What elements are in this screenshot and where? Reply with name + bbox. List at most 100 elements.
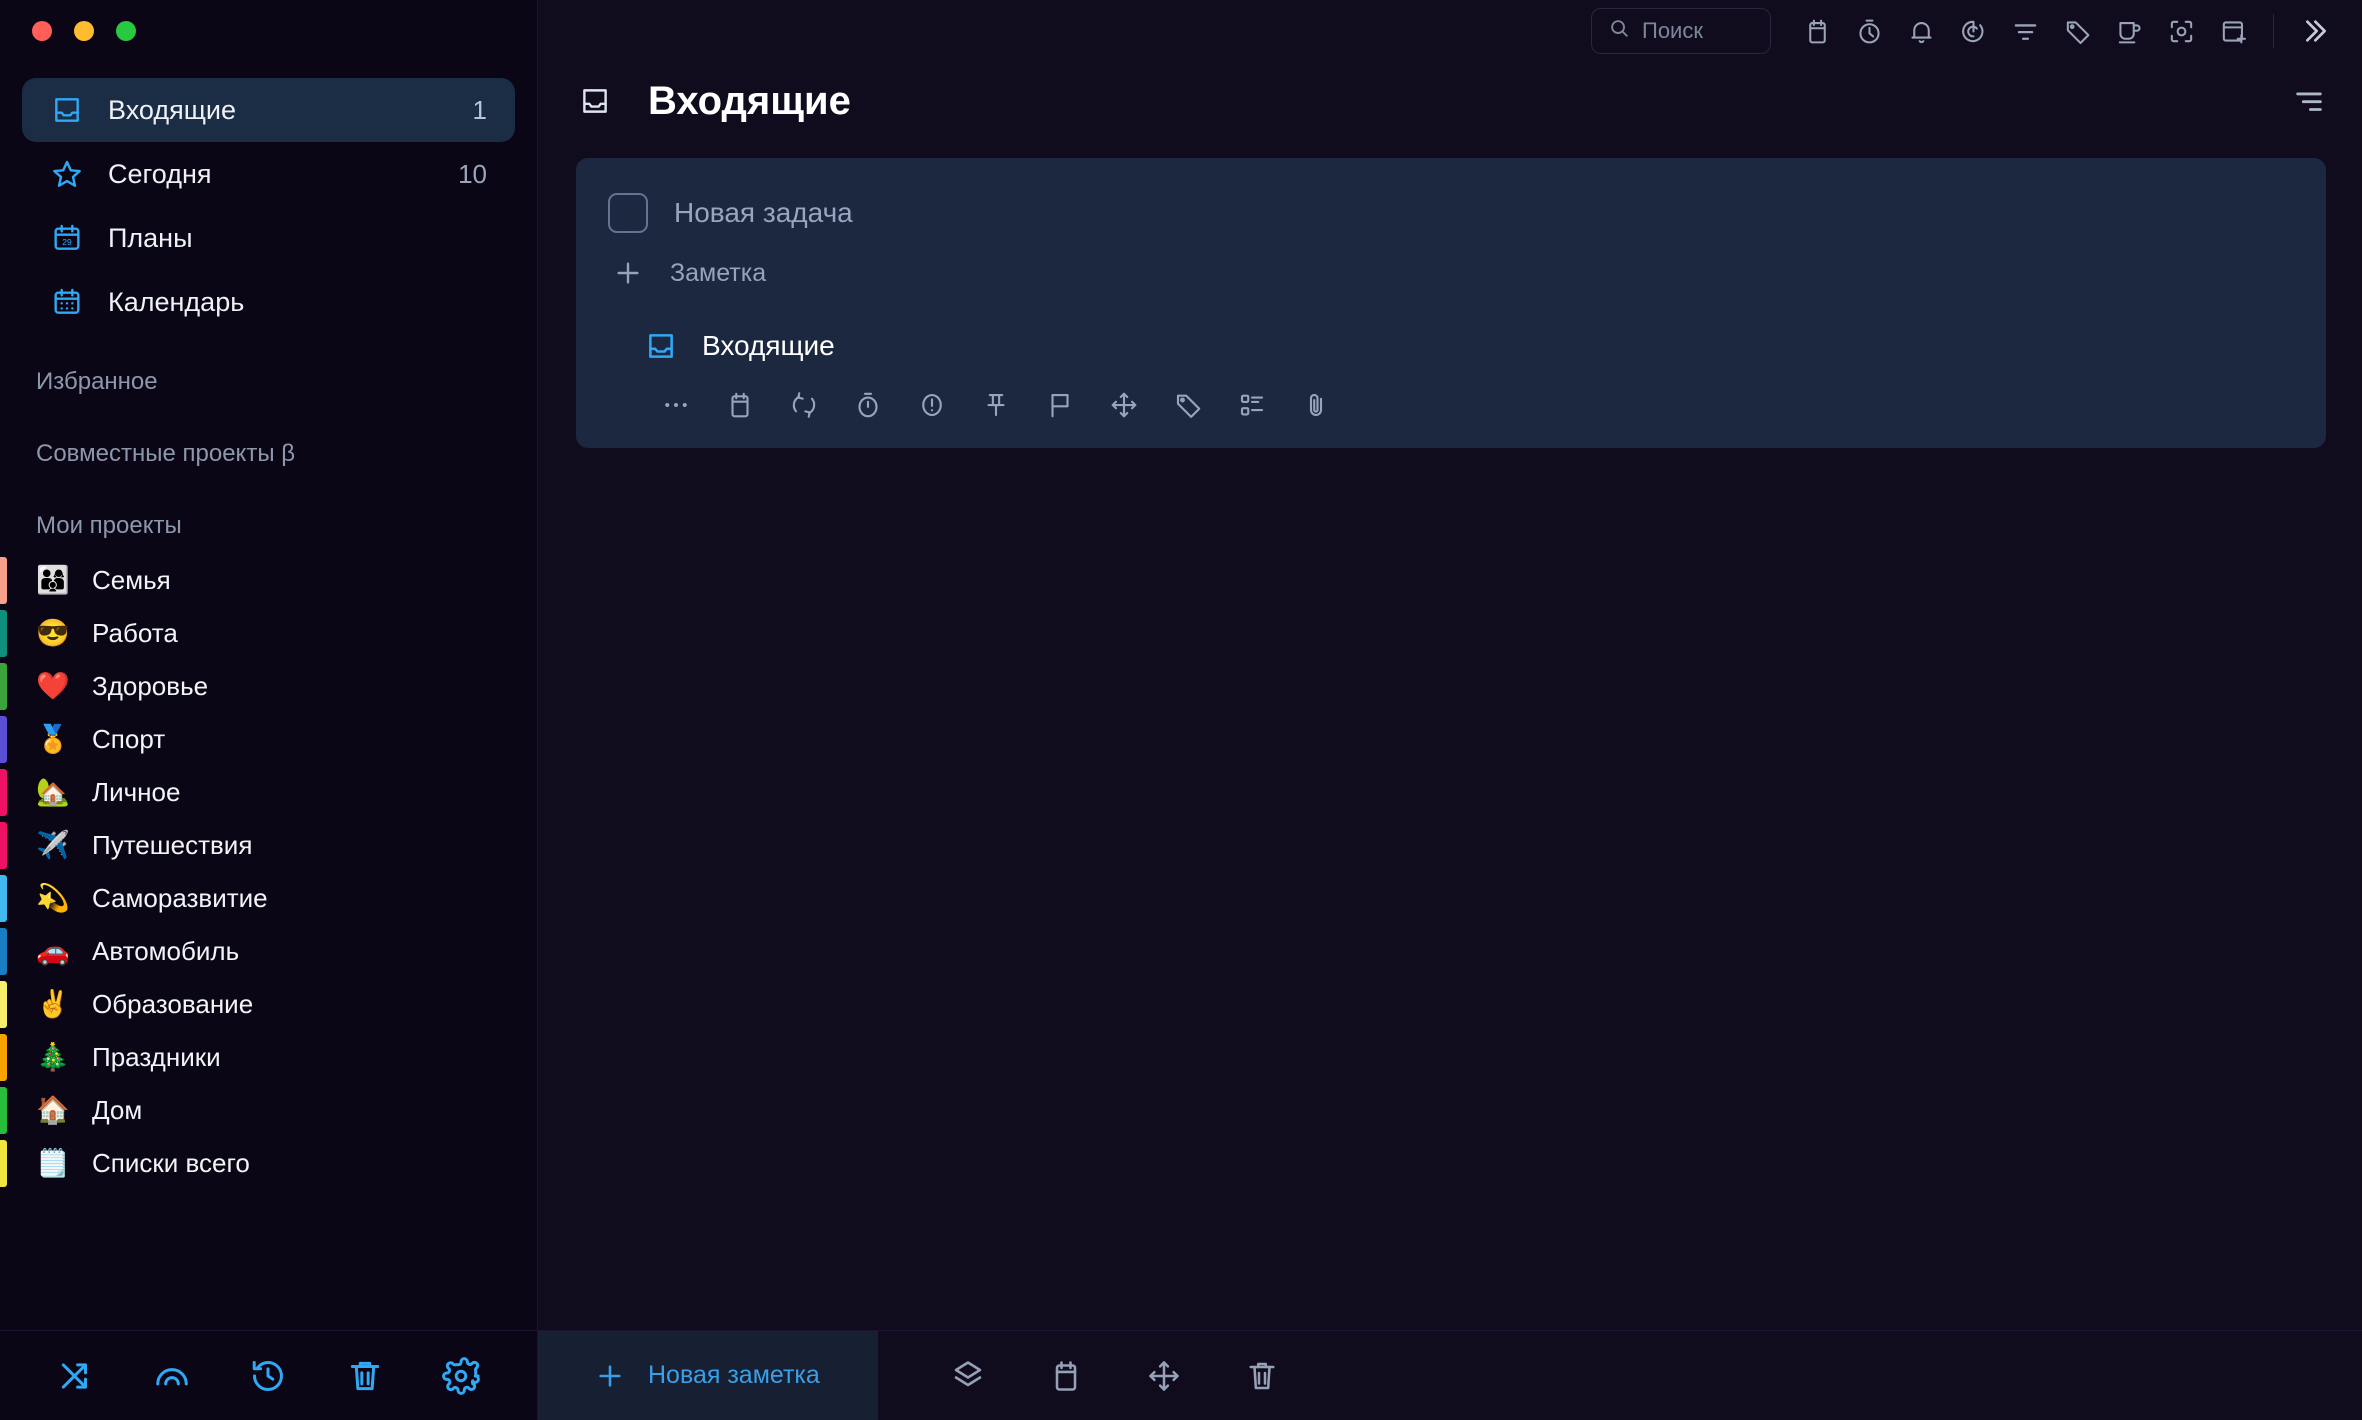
project-color-bar: [0, 875, 7, 922]
project-emoji: ✌️: [36, 991, 70, 1018]
section-favorites[interactable]: Избранное: [0, 334, 537, 406]
project-label: Саморазвитие: [92, 883, 268, 914]
project-emoji: 🏅: [36, 726, 70, 753]
new-window-icon[interactable]: [2207, 8, 2259, 54]
priority-icon[interactable]: [900, 382, 964, 428]
task-checkbox[interactable]: [608, 193, 648, 233]
task-title-row[interactable]: Новая задача: [576, 184, 2326, 242]
task-card[interactable]: Новая задача Заметка Входящие: [576, 158, 2326, 448]
calendar-icon[interactable]: [1048, 1358, 1084, 1394]
search-input[interactable]: Поиск: [1591, 8, 1771, 54]
project-label: Семья: [92, 565, 171, 596]
sidebar-item-inbox[interactable]: Входящие 1: [22, 78, 515, 142]
calendar-grid-icon: [50, 285, 84, 319]
sidebar-item-today[interactable]: Сегодня 10: [22, 142, 515, 206]
sidebar-item-count: 10: [458, 159, 487, 190]
move-icon[interactable]: [1092, 382, 1156, 428]
project-color-bar: [0, 716, 7, 763]
project-label: Спорт: [92, 724, 165, 755]
plus-icon: [612, 257, 644, 289]
project-emoji: 😎: [36, 620, 70, 647]
project-emoji: 🏡: [36, 779, 70, 806]
project-label: Автомобиль: [92, 936, 239, 967]
project-emoji: 🚗: [36, 938, 70, 965]
sort-icon[interactable]: [2292, 84, 2326, 118]
section-shared-projects[interactable]: Совместные проекты β: [0, 406, 537, 478]
sidebar-item-count: 1: [473, 95, 487, 126]
sidebar-item-label: Планы: [108, 223, 463, 254]
repeat-icon[interactable]: [772, 382, 836, 428]
calendar-icon[interactable]: [708, 382, 772, 428]
trash-icon[interactable]: [346, 1357, 384, 1395]
attachment-icon[interactable]: [1284, 382, 1348, 428]
more-icon[interactable]: [644, 382, 708, 428]
project-item[interactable]: 👨‍👩‍👦 Семья: [0, 554, 537, 607]
project-label: Дом: [92, 1095, 142, 1126]
inbox-icon: [578, 84, 622, 118]
expand-toolbar-button[interactable]: [2288, 8, 2340, 54]
task-note-row[interactable]: Заметка: [576, 242, 2326, 304]
bell-icon[interactable]: [1895, 8, 1947, 54]
project-item[interactable]: 😎 Работа: [0, 607, 537, 660]
project-list: 👨‍👩‍👦 Семья 😎 Работа ❤️Здоровье 🏅 Спорт 🏡 Ли…: [0, 550, 537, 1190]
stopwatch-icon[interactable]: [1843, 8, 1895, 54]
project-label: Здоровье: [92, 671, 208, 702]
shuffle-icon[interactable]: [57, 1357, 95, 1395]
calendar-icon[interactable]: [1791, 8, 1843, 54]
project-item[interactable]: ❤️Здоровье: [0, 660, 537, 713]
screenshot-icon[interactable]: [2155, 8, 2207, 54]
focus-target-icon[interactable]: [1947, 8, 1999, 54]
sidebar-item-plans[interactable]: 29 Планы: [22, 206, 515, 270]
top-toolbar: Поиск: [538, 0, 2362, 62]
coffee-cup-icon[interactable]: [2103, 8, 2155, 54]
section-my-projects[interactable]: Мои проекты: [0, 478, 537, 550]
project-color-bar: [0, 928, 7, 975]
sidebar-item-label: Календарь: [108, 287, 463, 318]
inbox-icon: [644, 329, 678, 363]
trash-icon[interactable]: [1244, 1358, 1280, 1394]
close-window-button[interactable]: [32, 21, 52, 41]
project-color-bar: [0, 557, 7, 604]
tag-icon[interactable]: [1156, 382, 1220, 428]
sidebar-item-calendar[interactable]: Календарь: [22, 270, 515, 334]
project-item[interactable]: ✈️Путешествия: [0, 819, 537, 872]
project-color-bar: [0, 610, 7, 657]
filter-icon[interactable]: [1999, 8, 2051, 54]
calendar-29-icon: 29: [50, 221, 84, 255]
search-placeholder: Поиск: [1642, 18, 1703, 44]
project-item[interactable]: 🎄Праздники: [0, 1031, 537, 1084]
project-item[interactable]: ✌️Образование: [0, 978, 537, 1031]
minimize-window-button[interactable]: [74, 21, 94, 41]
flag-icon[interactable]: [1028, 382, 1092, 428]
task-project-row[interactable]: Входящие: [576, 304, 2326, 366]
project-label: Личное: [92, 777, 180, 808]
subtasks-icon[interactable]: [1220, 382, 1284, 428]
project-item[interactable]: 🚗 Автомобиль: [0, 925, 537, 978]
arch-icon[interactable]: [153, 1357, 191, 1395]
project-item[interactable]: 🏡 Личное: [0, 766, 537, 819]
stopwatch-icon[interactable]: [836, 382, 900, 428]
project-color-bar: [0, 663, 7, 710]
project-color-bar: [0, 1140, 7, 1187]
task-note-input[interactable]: Заметка: [670, 259, 766, 288]
pin-icon[interactable]: [964, 382, 1028, 428]
task-action-bar: [576, 366, 2326, 428]
move-icon[interactable]: [1146, 1358, 1182, 1394]
task-title-input[interactable]: Новая задача: [674, 197, 853, 229]
window-controls: [0, 0, 537, 62]
tag-icon[interactable]: [2051, 8, 2103, 54]
history-icon[interactable]: [249, 1357, 287, 1395]
project-item[interactable]: 💫Саморазвитие: [0, 872, 537, 925]
project-emoji: 👨‍👩‍👦: [36, 567, 70, 594]
project-label: Работа: [92, 618, 178, 649]
project-item[interactable]: 🏅 Спорт: [0, 713, 537, 766]
settings-icon[interactable]: [442, 1357, 480, 1395]
sidebar: Входящие 1 Сегодня 10 29: [0, 0, 538, 1420]
maximize-window-button[interactable]: [116, 21, 136, 41]
new-note-button[interactable]: Новая заметка: [538, 1331, 878, 1420]
page-title: Входящие: [648, 79, 2292, 124]
layers-icon[interactable]: [950, 1358, 986, 1394]
project-item[interactable]: 🏠Дом: [0, 1084, 537, 1137]
project-item[interactable]: 🗒️Списки всего: [0, 1137, 537, 1190]
app-window: Входящие 1 Сегодня 10 29: [0, 0, 2362, 1420]
